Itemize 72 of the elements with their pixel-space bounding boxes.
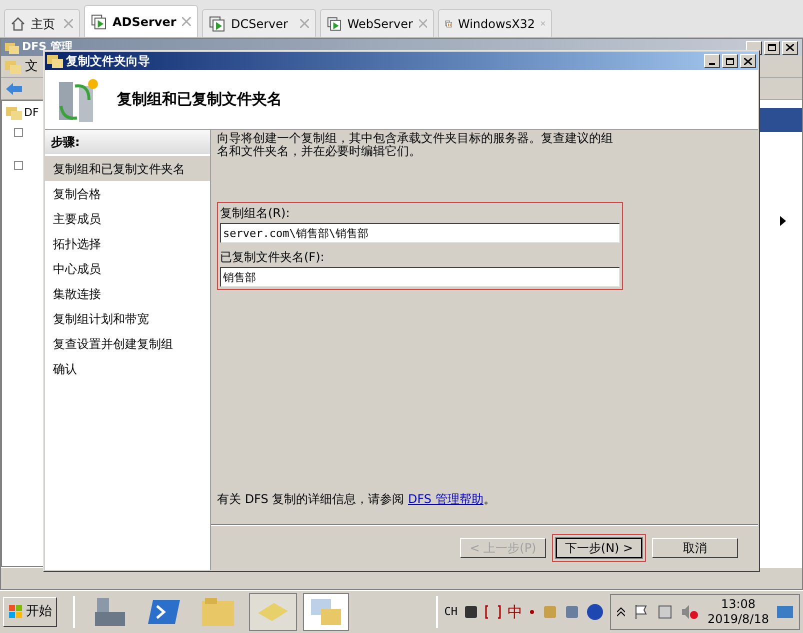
wizard-button[interactable]: 下一步(N) >	[556, 538, 642, 558]
field-label: 已复制文件夹名(F):	[220, 249, 326, 265]
taskbar-button[interactable]	[249, 593, 297, 631]
close-button[interactable]	[740, 54, 756, 68]
wizard-heading: 复制组和已复制文件夹名	[117, 89, 282, 110]
text-field[interactable]: 销售部	[220, 267, 620, 287]
tree-item[interactable]: DF	[24, 105, 39, 122]
close-icon[interactable]	[182, 17, 191, 26]
submenu-arrow-icon[interactable]	[780, 216, 786, 226]
running-vm-icon	[209, 16, 225, 32]
close-icon	[744, 58, 752, 64]
field-label: 复制组名(R):	[220, 205, 291, 221]
folders-icon	[47, 54, 63, 68]
step-item: 拓扑选择	[52, 236, 102, 252]
muted-speaker-icon[interactable]	[681, 604, 700, 620]
language-indicator[interactable]: CH	[444, 604, 458, 620]
tab-label: WebServer	[347, 16, 413, 32]
home-icon	[11, 16, 25, 30]
help-icon[interactable]	[586, 603, 604, 621]
tab-label: ADServer	[112, 14, 176, 30]
text-field[interactable]: server.com\销售部\销售部	[220, 223, 620, 243]
dialog-title: 复制文件夹向导	[66, 53, 150, 70]
close-button[interactable]	[782, 40, 798, 54]
browser-tab[interactable]: ADServer	[84, 5, 198, 37]
description-text: 向导将创建一个复制组，其中包含承载文件夹目标的服务器。复查建议的组名和文件夹名，并在必要时编辑它们。	[217, 132, 614, 158]
wizard-button[interactable]: 取消	[652, 538, 738, 558]
step-item: 主要成员	[52, 210, 102, 228]
maximize-button[interactable]	[764, 40, 780, 54]
help-link[interactable]: DFS 管理帮助	[408, 492, 484, 506]
folders-icon	[6, 106, 22, 120]
scanner-icon	[256, 601, 290, 623]
step-item: 集散连接	[52, 286, 102, 302]
browser-tab[interactable]: DCServer	[202, 9, 316, 37]
minimize-button[interactable]	[704, 54, 720, 68]
running-vm-icon	[91, 14, 106, 30]
step-item: 确认	[52, 360, 78, 378]
folders-icon	[309, 597, 343, 627]
flag-icon[interactable]	[633, 604, 650, 620]
start-button[interactable]: 开始	[3, 597, 57, 627]
expand-toggle[interactable]	[14, 160, 23, 170]
folders-icon	[5, 60, 21, 74]
windows-logo-icon	[8, 604, 24, 620]
browser-tab[interactable]: 主页	[4, 9, 80, 37]
browser-tab[interactable]: WebServer	[320, 9, 434, 37]
step-item: 复查设置并创建复制组	[52, 336, 174, 352]
clock-date[interactable]: 2019/8/18	[707, 612, 769, 627]
actions-header	[758, 108, 802, 132]
ime-mode-icon[interactable]	[485, 604, 502, 620]
ime-indicator[interactable]: 中	[507, 600, 522, 624]
tab-label: DCServer	[231, 16, 289, 32]
step-item: 中心成员	[52, 260, 102, 278]
clock-time[interactable]: 13:08	[720, 597, 756, 612]
close-icon	[786, 44, 794, 51]
steps-title: 步骤:	[51, 134, 80, 151]
powershell-icon[interactable]	[147, 598, 181, 626]
help-text: 有关 DFS 复制的详细信息，请参阅 DFS 管理帮助。	[217, 491, 496, 508]
back-arrow-icon[interactable]	[5, 82, 23, 96]
tab-label: WindowsX32	[458, 16, 536, 32]
folders-icon	[5, 42, 19, 54]
server-toolbox-icon[interactable]	[93, 596, 127, 628]
maximize-button[interactable]	[722, 54, 738, 68]
step-item: 复制组计划和带宽	[52, 310, 150, 328]
tab-label: 主页	[31, 16, 56, 32]
menu-item[interactable]: 文	[25, 56, 38, 76]
chevron-up-icon[interactable]	[617, 607, 626, 617]
browser-tab[interactable]: WindowsX32	[438, 9, 552, 37]
running-vm-icon	[327, 16, 342, 32]
show-desktop-icon[interactable]	[777, 605, 793, 619]
step-item: 复制组和已复制文件夹名	[45, 156, 210, 181]
step-item: 复制合格	[52, 186, 102, 202]
taskbar-button[interactable]	[303, 593, 349, 631]
collapse-toggle[interactable]	[14, 128, 23, 136]
